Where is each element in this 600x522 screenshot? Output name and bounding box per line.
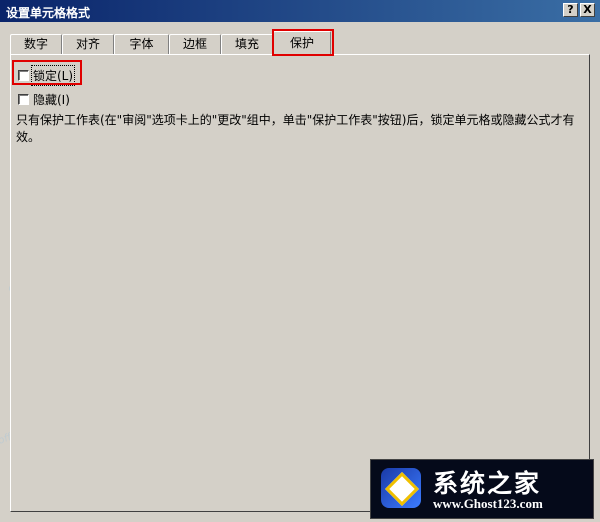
lock-label: 锁定(L): [30, 65, 76, 86]
badge-title: 系统之家: [433, 469, 542, 498]
hide-checkbox-row[interactable]: 隐藏(I): [18, 91, 70, 108]
dialog-title: 设置单元格格式: [6, 6, 91, 20]
dialog-titlebar: 设置单元格格式 ? X: [0, 0, 600, 22]
tab-protection[interactable]: 保护: [273, 31, 331, 55]
badge-url: www.Ghost123.com: [433, 496, 543, 511]
tab-font[interactable]: 字体: [114, 34, 169, 54]
protection-description: 只有保护工作表(在"审阅"选项卡上的"更改"组中，单击"保护工作表"按钮)后，锁…: [16, 113, 575, 144]
help-button[interactable]: ?: [563, 3, 578, 17]
tab-fill[interactable]: 填充: [221, 34, 273, 54]
lock-checkbox-row[interactable]: 锁定(L): [18, 65, 76, 86]
hide-label: 隐藏(I): [33, 93, 70, 107]
close-button[interactable]: X: [580, 3, 595, 17]
site-badge: 系统之家 www.Ghost123.com: [370, 459, 594, 519]
hide-checkbox[interactable]: [18, 94, 29, 105]
lock-checkbox[interactable]: [18, 70, 29, 81]
windows-logo-icon: [381, 468, 421, 508]
tab-alignment[interactable]: 对齐: [62, 34, 114, 54]
tab-border[interactable]: 边框: [169, 34, 221, 54]
tab-number[interactable]: 数字: [10, 34, 62, 54]
